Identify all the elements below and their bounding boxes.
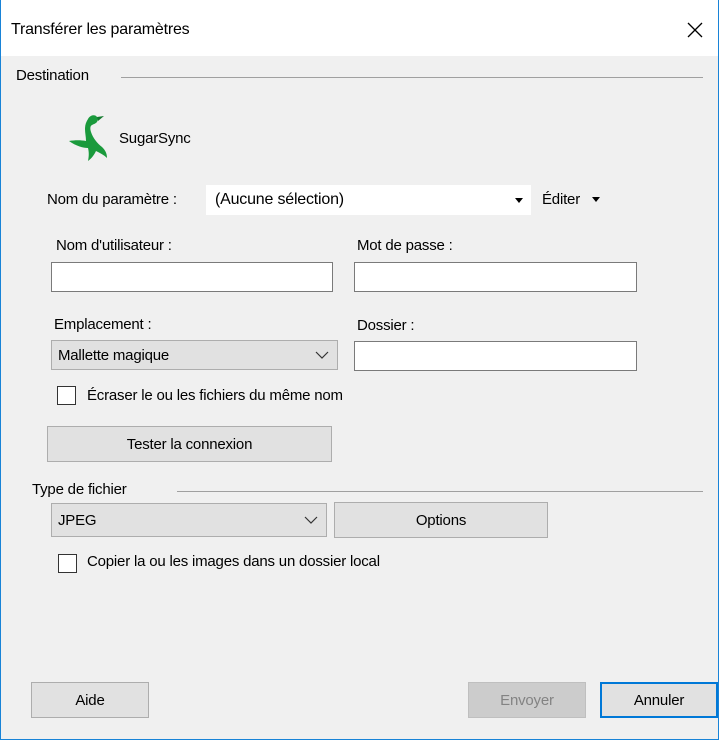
location-label: Emplacement : <box>54 316 152 333</box>
close-icon <box>687 22 703 38</box>
test-connection-label: Tester la connexion <box>126 435 253 453</box>
window-title: Transférer les paramètres <box>11 21 190 38</box>
setting-name-label: Nom du paramètre : <box>47 191 177 208</box>
folder-label: Dossier : <box>357 317 415 334</box>
chevron-down-icon <box>515 197 523 203</box>
help-button[interactable]: Aide <box>31 682 149 718</box>
destination-group-line <box>121 77 703 78</box>
send-button[interactable]: Envoyer <box>468 682 586 718</box>
username-input[interactable] <box>51 262 333 292</box>
copy-local-label: Copier la ou les images dans un dossier … <box>87 553 380 570</box>
options-label: Options <box>415 511 467 529</box>
chevron-down-icon <box>315 351 329 359</box>
edit-label: Éditer <box>542 191 580 208</box>
chevron-down-icon <box>304 516 318 524</box>
setting-name-value: (Aucune sélection) <box>215 191 344 208</box>
options-button[interactable]: Options <box>334 502 548 538</box>
close-button[interactable] <box>672 10 718 50</box>
chevron-down-icon <box>592 197 600 202</box>
setting-name-select[interactable]: (Aucune sélection) <box>206 185 531 215</box>
sugarsync-logo-icon <box>69 115 107 161</box>
title-bar: Transférer les paramètres <box>1 0 718 56</box>
username-label: Nom d'utilisateur : <box>56 237 172 254</box>
file-type-group-line <box>177 491 703 492</box>
test-connection-button[interactable]: Tester la connexion <box>47 426 332 462</box>
folder-input[interactable] <box>354 341 637 371</box>
overwrite-label: Écraser le ou les fichiers du même nom <box>87 387 343 404</box>
file-type-group-label: Type de fichier <box>32 481 133 498</box>
transfer-settings-dialog: Transférer les paramètres Destination Su… <box>0 0 719 740</box>
help-label: Aide <box>75 691 105 709</box>
location-value: Mallette magique <box>58 346 170 364</box>
cancel-label: Annuler <box>633 691 685 709</box>
send-label: Envoyer <box>500 691 554 709</box>
cancel-button[interactable]: Annuler <box>600 682 718 718</box>
password-input[interactable] <box>354 262 637 292</box>
destination-group-label: Destination <box>16 67 95 84</box>
location-select[interactable]: Mallette magique <box>51 340 338 370</box>
password-label: Mot de passe : <box>357 237 453 254</box>
file-type-value: JPEG <box>58 511 97 529</box>
file-type-select[interactable]: JPEG <box>51 503 327 537</box>
copy-local-checkbox[interactable] <box>58 554 77 573</box>
overwrite-checkbox[interactable] <box>57 386 76 405</box>
service-name: SugarSync <box>119 130 191 147</box>
edit-menu-button[interactable]: Éditer <box>542 191 600 208</box>
